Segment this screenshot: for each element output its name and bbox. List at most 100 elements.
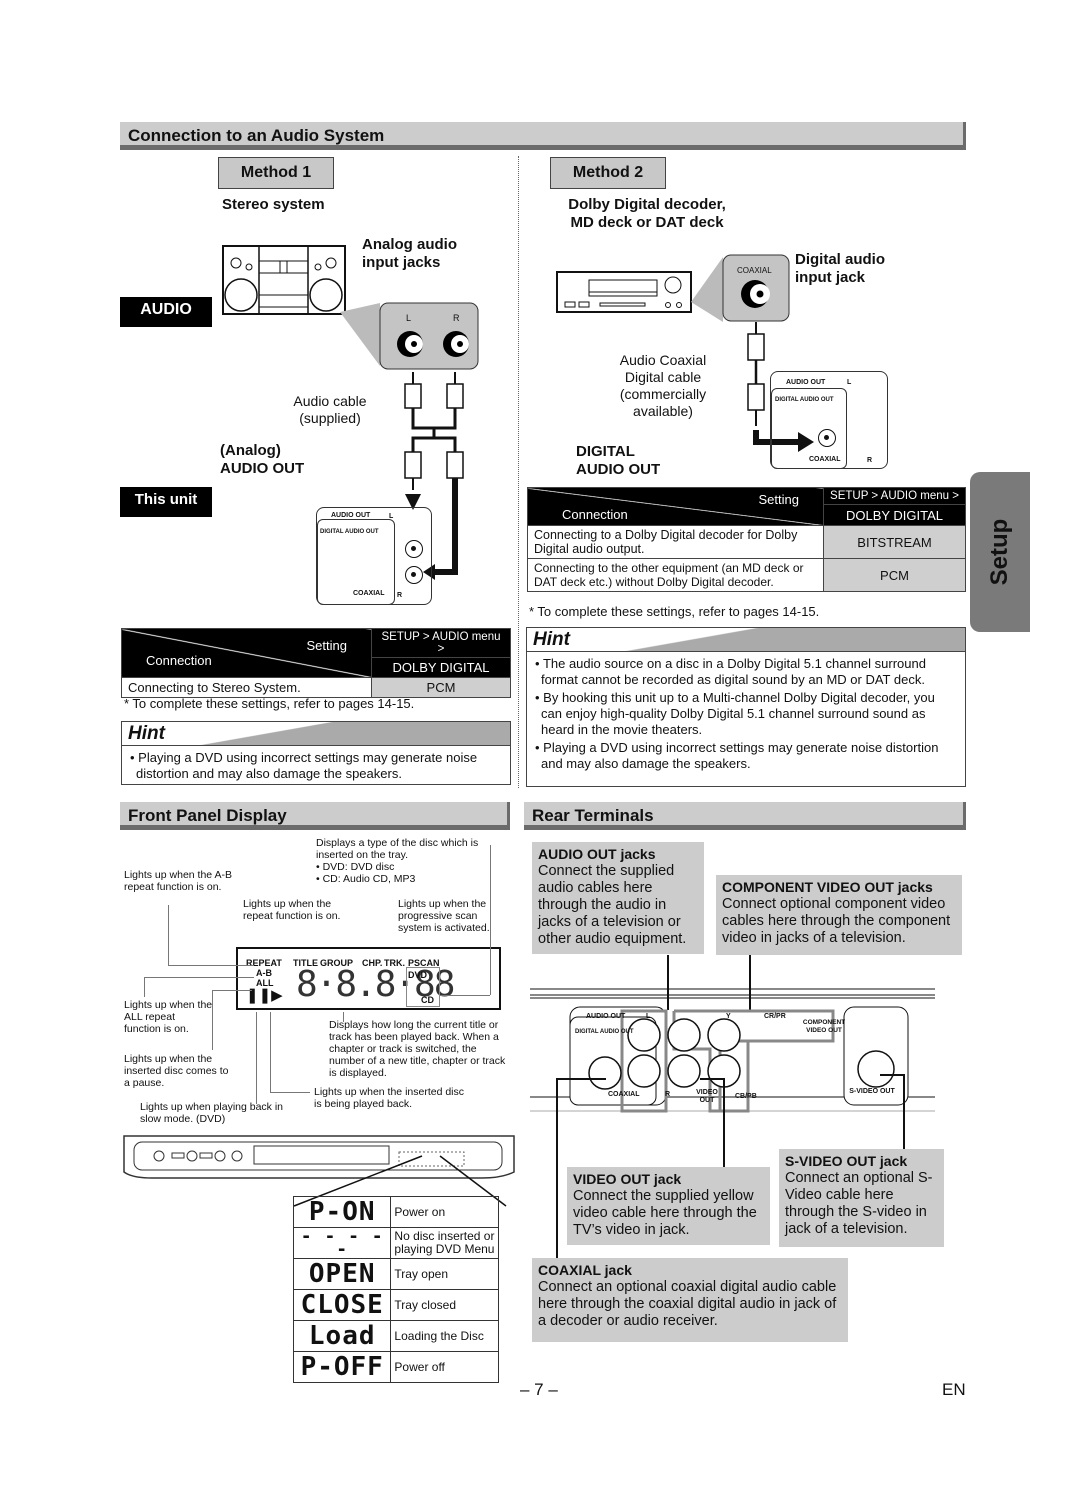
page-number: – 7 – (520, 1380, 558, 1399)
callout-play: Lights up when the inserted disc is bein… (314, 1086, 465, 1110)
rear-l-label: L (646, 1013, 651, 1020)
leader-line (440, 995, 490, 996)
s-video-jack-box: S-VIDEO OUT jack Connect an optional S-V… (779, 1149, 944, 1247)
leader-line (168, 965, 254, 966)
coaxial-jack (818, 429, 836, 447)
digital-audio-subpanel: DIGITAL AUDIO OUT COAXIAL (317, 519, 395, 605)
jack-l-label: L (406, 313, 412, 323)
table-row: CLOSE Tray closed (292, 1289, 499, 1321)
coaxial-cable-label: Audio Coaxial Digital cable (commerciall… (619, 352, 707, 419)
audio-out-jacks-box: AUDIO OUT jacks Connect the supplied aud… (532, 842, 704, 954)
method-2-label: Method 2 (550, 157, 666, 189)
lcd-cd: CD (421, 995, 434, 1005)
leader-line (556, 1078, 558, 1258)
rear-video-out-label: VIDEO OUT (696, 1089, 718, 1104)
settings-note-method2: * To complete these settings, refer to p… (529, 604, 820, 619)
rear-coaxial-label: COAXIAL (608, 1091, 640, 1098)
menu-path: SETUP > AUDIO menu > (371, 628, 511, 658)
panel-r-label: R (867, 457, 873, 464)
hint-box-method1: Hint • Playing a DVD using incorrect set… (121, 721, 511, 785)
menu-path: SETUP > AUDIO menu > (823, 486, 966, 506)
decoder-illustration (556, 254, 790, 322)
leader-line (270, 1092, 310, 1093)
unit-digital-panel: AUDIO OUT L DIGITAL AUDIO OUT COAXIAL R (770, 371, 888, 469)
hint-title: Hint (527, 628, 965, 652)
jack-r (405, 566, 423, 584)
this-unit-tag: This unit (120, 487, 212, 517)
analog-audio-out-label: (Analog) AUDIO OUT (220, 442, 305, 477)
language-label: EN (942, 1380, 966, 1399)
jack-l (405, 540, 423, 558)
dolby-decoder-label: Dolby Digital decoder, MD deck or DAT de… (568, 196, 726, 231)
column-divider (518, 156, 519, 788)
callout-ab-repeat: Lights up when the A-B repeat function i… (124, 869, 232, 893)
analog-input-jacks-illustration (340, 302, 479, 370)
panel-coaxial-label: COAXIAL (809, 456, 841, 463)
settings-table-method1: Setting Connection SETUP > AUDIO menu > … (121, 628, 511, 698)
panel-digital-label: DIGITAL AUDIO OUT (320, 529, 379, 535)
coaxial-jack-box: COAXIAL jack Connect an optional coaxial… (532, 1258, 848, 1342)
leader-line (168, 905, 169, 965)
lcd-dvd: DVD (408, 970, 428, 980)
setting-connection-header: Setting Connection (527, 487, 824, 526)
method-1-label: Method 1 (218, 157, 334, 189)
settings-table-method2: Setting Connection SETUP > AUDIO menu > … (527, 486, 966, 592)
video-out-jack-box: VIDEO OUT jack Connect the supplied yell… (567, 1167, 770, 1245)
stereo-system-label: Stereo system (222, 196, 325, 213)
coaxial-zoom-label: COAXIAL (737, 266, 772, 275)
setting-connection-header: Setting Connection (121, 628, 372, 678)
setup-tab: Setup (970, 472, 1030, 632)
settings-note-method1: * To complete these settings, refer to p… (124, 696, 415, 711)
menu-item: DOLBY DIGITAL (371, 657, 511, 678)
panel-r-label: R (397, 592, 403, 599)
table-row: Connecting to a Dolby Digital decoder fo… (527, 525, 966, 559)
section-title-rear-terminals: Rear Terminals (524, 802, 966, 830)
callout-time: Displays how long the current title or t… (329, 1019, 506, 1079)
table-row: OPEN Tray open (292, 1258, 499, 1290)
table-row: Connecting to the other equipment (an MD… (527, 558, 966, 592)
hint-box-method2: Hint • The audio source on a disc in a D… (526, 627, 966, 787)
section-title-front-panel: Front Panel Display (120, 802, 510, 830)
rear-y-label: Y (726, 1013, 731, 1020)
callout-disc-type: Displays a type of the disc which is ins… (316, 837, 479, 885)
leader-line (256, 1012, 257, 1104)
callout-pause: Lights up when the inserted disc comes t… (124, 1053, 229, 1089)
section-title-text: Connection to an Audio System (128, 126, 385, 145)
digital-audio-subpanel: DIGITAL AUDIO OUT COAXIAL (771, 388, 847, 469)
leader-line (144, 977, 254, 978)
digital-audio-out-label: DIGITAL AUDIO OUT (576, 443, 661, 478)
section-title-audio-system: Connection to an Audio System (120, 122, 966, 150)
hint-title: Hint (122, 722, 510, 746)
hint-item: • The audio source on a disc in a Dolby … (535, 656, 926, 687)
leader-line (903, 1074, 905, 1150)
callout-repeat: Lights up when the repeat function is on… (243, 898, 341, 922)
rear-cb-pb-label: CB/PB (735, 1093, 757, 1100)
table-row: - - - - - No disc inserted or playing DVD… (292, 1227, 499, 1259)
audio-tag: AUDIO (120, 297, 212, 327)
unit-audio-panel: AUDIO OUT L DIGITAL AUDIO OUT COAXIAL R (316, 507, 432, 605)
hint-item: • Playing a DVD using incorrect settings… (130, 750, 478, 781)
menu-item: DOLBY DIGITAL (823, 504, 966, 526)
rear-cr-pr-label: CR/PR (764, 1013, 786, 1020)
panel-l-label: L (847, 379, 852, 386)
callout-slow: Lights up when playing back in slow mode… (140, 1101, 284, 1125)
table-row: Load Loading the Disc (292, 1320, 499, 1352)
leader-line (490, 845, 491, 995)
rear-component-label: COMPONENT VIDEO OUT (802, 1019, 846, 1034)
table-row: P-ON Power on (292, 1196, 499, 1228)
stereo-system-illustration (222, 245, 346, 315)
lcd-disc-type-box: DVD CD (406, 967, 440, 1007)
leader-line (556, 1078, 606, 1080)
leader-line (144, 977, 145, 997)
leader-line (723, 1078, 725, 1168)
rear-s-video-label: S-VIDEO OUT (849, 1088, 895, 1095)
leader-line (700, 1078, 723, 1080)
leader-line (212, 990, 252, 991)
rear-r-label: R (665, 1091, 671, 1098)
leader-line (880, 1074, 903, 1076)
audio-cable-label: Audio cable (supplied) (293, 393, 367, 426)
rear-audio-out-label: AUDIO OUT (586, 1013, 626, 1020)
hint-item: • By hooking this unit up to a Multi-cha… (535, 690, 935, 737)
panel-digital-label: DIGITAL AUDIO OUT (775, 397, 834, 403)
front-lcd-display: REPEAT A-B ALL ❚❚▶ TITLE GROUP CHP. TRK.… (236, 947, 501, 1010)
